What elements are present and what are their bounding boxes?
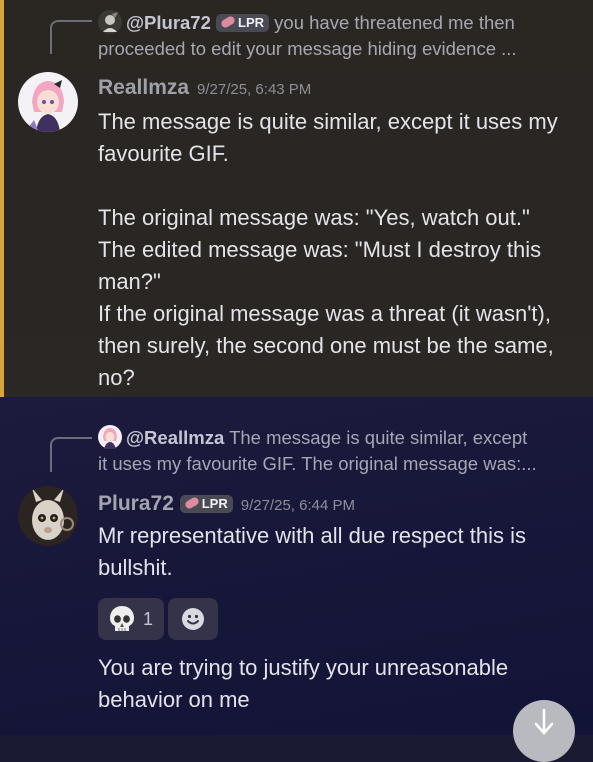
pill-icon (219, 15, 237, 29)
reaction-skull[interactable]: 1 (98, 598, 164, 640)
reply-connector (50, 437, 92, 472)
avatar[interactable] (18, 486, 78, 546)
reply-username[interactable]: @Plura72 (126, 12, 211, 33)
reply-preview[interactable]: @Plura72 LPR you have threatened me then… (98, 10, 578, 62)
role-badge: LPR (179, 495, 233, 513)
message-body: The message is quite similar, except it … (98, 109, 558, 390)
reply-avatar (98, 425, 122, 449)
reply-text: you have threatened me then (274, 12, 515, 33)
reply-text-cont: proceeded to edit your message hiding ev… (98, 38, 517, 59)
skull-emoji-icon (109, 606, 134, 631)
timestamp: 9/27/25, 6:43 PM (197, 81, 312, 98)
avatar[interactable] (18, 72, 78, 132)
badge-label: LPR (201, 496, 228, 511)
message-header: Reallmza 9/27/25, 6:43 PM (98, 74, 311, 104)
badge-label: LPR (238, 15, 265, 30)
jump-to-present-button[interactable] (513, 700, 575, 762)
mention-accent-bar (0, 0, 4, 397)
arrow-down-icon (534, 708, 554, 735)
add-reaction-icon (182, 608, 204, 630)
author-name[interactable]: Reallmza (98, 76, 189, 99)
add-reaction-button[interactable] (168, 598, 218, 640)
timestamp: 9/27/25, 6:44 PM (240, 497, 355, 514)
message-body: Mr representative with all due respect t… (98, 523, 526, 580)
reply-text-cont: it uses my favourite GIF. The original m… (98, 453, 537, 474)
reply-connector (50, 20, 92, 54)
reply-text: The message is quite similar, except (229, 427, 528, 448)
reaction-bar: 1 (98, 598, 222, 640)
reply-avatar (98, 10, 122, 34)
reply-username[interactable]: @Reallmza (126, 427, 224, 448)
reply-preview[interactable]: @Reallmza The message is quite similar, … (98, 425, 578, 477)
pill-icon (183, 496, 200, 510)
reaction-count: 1 (142, 608, 153, 629)
role-badge: LPR (216, 14, 270, 32)
author-name[interactable]: Plura72 (98, 492, 174, 515)
message-header: Plura72 LPR 9/27/25, 6:44 PM (98, 490, 355, 520)
message-body-followup: You are trying to justify your unreasona… (98, 655, 509, 712)
